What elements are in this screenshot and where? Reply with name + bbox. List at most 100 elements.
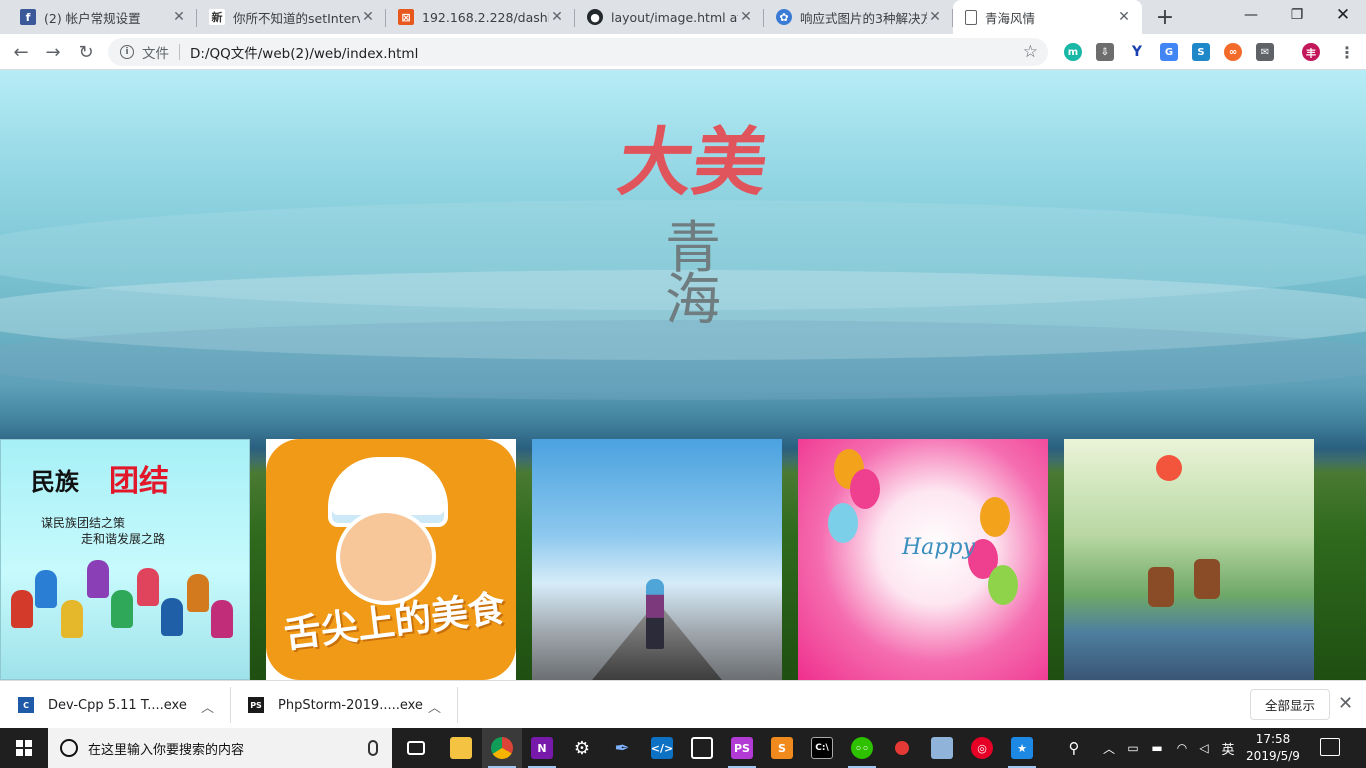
thumbnail-happy[interactable]: Happy [798,439,1048,680]
sublime-text-icon[interactable]: S [762,728,802,768]
chevron-up-icon[interactable]: ︿ [428,697,441,716]
close-icon[interactable]: ✕ [360,9,376,25]
tab-title: 青海风情 [985,10,1036,26]
clock-date: 2019/5/9 [1246,749,1300,763]
tab-strip: f (2) 帐户常规设置 ✕ 新 你所不知道的setInterva ✕ ⊠ 19… [0,0,1366,34]
close-icon[interactable]: ✕ [1116,9,1132,25]
tab-responsive-images[interactable]: ✿ 响应式图片的3种解决方 ✕ [764,0,953,34]
maximize-button[interactable]: ❐ [1274,0,1320,30]
close-icon[interactable]: ✕ [549,9,565,25]
google-translate-icon[interactable]: G [1160,43,1178,61]
netease-music-icon[interactable]: ◎ [962,728,1002,768]
deer-icon [1194,559,1220,599]
chrome-icon[interactable] [482,728,522,768]
tab-dashboard[interactable]: ⊠ 192.168.2.228/dashbo ✕ [386,0,575,34]
device-icon[interactable]: ▭ [1124,728,1142,768]
balloon-icon [988,565,1018,605]
back-arrow-icon[interactable]: ← [7,38,35,66]
window-close-button[interactable]: ✕ [1320,0,1366,30]
tab-qinghai-active[interactable]: 青海风情 ✕ [953,0,1142,34]
terminal-icon[interactable]: C:\ [802,728,842,768]
tab-account-settings[interactable]: f (2) 帐户常规设置 ✕ [8,0,197,34]
close-icon[interactable]: ✕ [738,9,754,25]
show-all-downloads-button[interactable]: 全部显示 [1250,689,1330,720]
phpstorm-icon[interactable]: PS [722,728,762,768]
close-icon[interactable]: ✕ [171,9,187,25]
tab-title: 你所不知道的setInterva [233,10,360,26]
windows-taskbar: 在这里输入你要搜索的内容 N ⚙ ✒ </> PS S C:\ ◦◦ ◎ ★ ⚲… [0,728,1366,768]
tab-title: 192.168.2.228/dashbo [422,9,549,25]
battery-icon[interactable]: ▬ [1148,728,1166,768]
downloads-bar: C Dev-Cpp 5.11 T....exe ︿ PS PhpStorm-20… [0,680,1366,728]
remote-desktop-icon[interactable] [922,728,962,768]
wifi-icon[interactable]: ◠ [1172,728,1192,768]
address-bar[interactable]: i 文件 D:/QQ文件/web(2)/web/index.html ☆ [108,38,1048,66]
download-extension-icon[interactable]: ⇩ [1096,43,1114,61]
cortana-icon [60,739,78,757]
chevron-up-icon[interactable]: ︿ [1100,728,1118,768]
reload-icon[interactable]: ↻ [72,38,100,66]
tab-title: (2) 帐户常规设置 [44,10,141,26]
settings-gear-icon[interactable]: ⚙ [562,728,602,768]
chevron-up-icon[interactable]: ︿ [201,697,214,716]
new-tab-button[interactable]: + [1153,5,1177,30]
start-button[interactable] [0,728,48,768]
tab-setinterval[interactable]: 新 你所不知道的setInterva ✕ [197,0,386,34]
page-content: 大美 青 海 民族 团结 谋民族团结之策 走和谐发展之路 舌尖上的美食 Happ… [0,70,1366,680]
onenote-icon[interactable]: N [522,728,562,768]
chef-logo: 舌尖上的美食 [266,439,516,680]
close-downloads-icon[interactable]: ✕ [1338,693,1353,714]
sun-icon [1156,455,1182,481]
minimize-button[interactable]: — [1228,0,1274,30]
extension-y-icon[interactable]: Y [1128,43,1146,61]
thumbnail-deer-landscape[interactable] [1064,439,1314,680]
download-item-phpstorm[interactable]: PS PhpStorm-2019.....exe [230,681,458,729]
system-clock[interactable]: 17:58 2019/5/9 [1240,731,1306,765]
thumbnail-ethnic-unity[interactable]: 民族 团结 谋民族团结之策 走和谐发展之路 [0,439,250,680]
taskbar-search[interactable]: 在这里输入你要搜索的内容 [48,728,392,768]
screen-recorder-icon[interactable] [882,728,922,768]
photos-icon[interactable] [682,728,722,768]
bookmark-star-icon[interactable]: ☆ [1023,42,1038,62]
tab-title: 响应式图片的3种解决方 [800,10,927,26]
clock-time: 17:58 [1255,732,1291,746]
people-icon[interactable]: ⚲ [1062,728,1086,768]
close-icon[interactable]: ✕ [927,9,943,25]
forward-arrow-icon[interactable]: → [39,38,67,66]
extension-m-icon[interactable]: m [1064,43,1082,61]
pen-app-icon[interactable]: ✒ [602,728,642,768]
menu-kebab-icon[interactable]: ⋮ [1338,43,1356,62]
url-text[interactable]: D:/QQ文件/web(2)/web/index.html [190,42,418,62]
task-view-icon[interactable] [396,728,436,768]
vscode-icon[interactable]: </> [642,728,682,768]
deer-icon [1148,567,1174,607]
wechat-icon[interactable]: ◦◦ [842,728,882,768]
search-placeholder: 在这里输入你要搜索的内容 [88,742,245,758]
thumb1-slogan-2: 走和谐发展之路 [81,532,166,546]
dancers-illustration [11,560,241,660]
extension-infinity-icon[interactable]: ∞ [1224,43,1242,61]
mail-icon[interactable]: ✉ [1256,43,1274,61]
pinned-app-icon[interactable]: ★ [1002,728,1042,768]
microphone-icon[interactable] [368,740,378,756]
volume-icon[interactable]: ◁ [1194,728,1214,768]
thumbnail-food[interactable]: 舌尖上的美食 [266,439,516,680]
ime-indicator[interactable]: 英 [1218,728,1238,768]
file-explorer-icon[interactable] [441,728,481,768]
browser-toolbar: ← → ↻ i 文件 D:/QQ文件/web(2)/web/index.html… [0,34,1366,70]
phpstorm-file-icon: PS [248,697,264,713]
balloon-icon [850,469,880,509]
profile-avatar[interactable]: 丰 [1302,43,1320,61]
download-item-devcpp[interactable]: C Dev-Cpp 5.11 T....exe [0,681,230,729]
document-icon [965,9,977,25]
info-icon[interactable]: i [120,45,134,59]
action-center-icon[interactable] [1320,738,1340,756]
thumbnail-railway[interactable] [532,439,782,680]
tab-title: layout/image.html at [611,9,738,25]
github-icon: ● [587,9,603,25]
tab-github-layout[interactable]: ● layout/image.html at ✕ [575,0,764,34]
xampp-icon: ⊠ [398,9,414,25]
hero-title-dami: 大美 [612,120,774,206]
omnibox-divider [179,44,180,60]
extension-s-icon[interactable]: S [1192,43,1210,61]
